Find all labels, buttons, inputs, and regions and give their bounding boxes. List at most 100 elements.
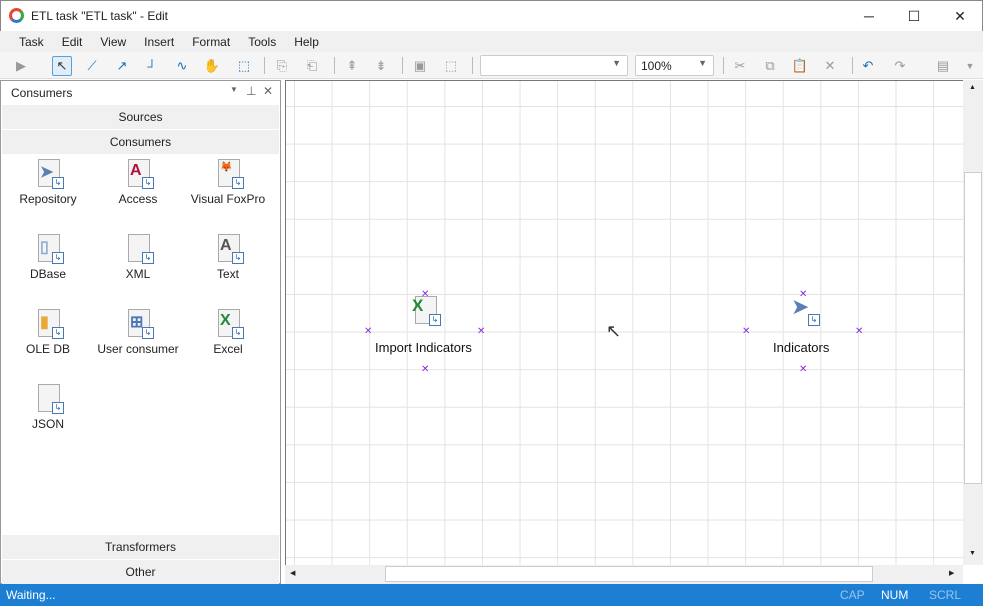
scroll-down-icon[interactable]: ▼ (969, 550, 976, 557)
connection-point[interactable]: ✕ (421, 364, 429, 375)
consumers-panel: Consumers ▼ ⊥ ✕ Sources Consumers Transf… (0, 80, 281, 584)
json-icon: ↳ (32, 382, 64, 414)
consumer-item-label: XML (125, 267, 151, 281)
line-tool-icon[interactable]: ⟋ (82, 56, 102, 76)
paper-plane-icon: ➤ ↳ (32, 157, 64, 189)
connection-point[interactable]: ✕ (799, 289, 807, 300)
maximize-button[interactable]: ☐ (891, 1, 937, 31)
hand-tool-icon[interactable]: ✋ (202, 56, 222, 76)
panel-menu-icon[interactable]: ▼ (230, 85, 238, 94)
run-icon[interactable]: ▶ (11, 56, 31, 76)
scroll-left-icon[interactable]: ◀ (290, 569, 295, 577)
consumer-item-user-consumer[interactable]: ⊞ ↳ User consumer (93, 307, 183, 356)
consumer-item-json[interactable]: ↳ JSON (3, 382, 93, 431)
horizontal-scrollbar[interactable]: ◀ ▶ (285, 565, 963, 584)
toolbar-overflow-icon[interactable]: ▼ (960, 56, 980, 76)
consumer-item-label: Visual FoxPro (190, 192, 266, 206)
elbow-connector-icon[interactable]: ┘ (142, 56, 162, 76)
connection-point[interactable]: ✕ (364, 326, 372, 337)
node-indicators[interactable]: Indicators (773, 340, 829, 355)
scrl-indicator: SCRL (929, 588, 962, 602)
menu-bar: Task Edit View Insert Format Tools Help (0, 31, 983, 52)
pin-icon[interactable]: ⊥ (246, 84, 256, 98)
consumer-item-dbase[interactable]: ▯ ↳ DBase (3, 232, 93, 281)
consumer-item-visual-foxpro[interactable]: 🦊 ↳ Visual FoxPro (183, 157, 273, 206)
menu-format[interactable]: Format (183, 35, 239, 49)
send-back-icon[interactable]: ⎗ (302, 56, 322, 76)
title-bar: ETL task "ETL task" - Edit ─ ☐ ✕ (0, 0, 983, 31)
node-import-indicators[interactable]: Import Indicators (375, 340, 472, 355)
consumer-item-xml[interactable]: ↳ XML (93, 232, 183, 281)
chevron-down-icon: ▼ (612, 58, 621, 68)
cylinder-icon: ▮ ↳ (32, 307, 64, 339)
consumer-item-excel[interactable]: X ↳ Excel (183, 307, 273, 356)
menu-help[interactable]: Help (285, 35, 328, 49)
fox-icon: 🦊 ↳ (212, 157, 244, 189)
arrow-line-tool-icon[interactable]: ↗ (112, 56, 132, 76)
connection-point[interactable]: ✕ (799, 364, 807, 375)
flowchart-icon: ⊞ ↳ (122, 307, 154, 339)
num-indicator: NUM (881, 588, 909, 602)
access-icon: A ↳ (122, 157, 154, 189)
consumer-item-access[interactable]: A ↳ Access (93, 157, 183, 206)
consumer-item-repository[interactable]: ➤ ↳ Repository (3, 157, 93, 206)
redo-icon[interactable]: ↷ (890, 56, 910, 76)
connection-point[interactable]: ✕ (421, 289, 429, 300)
bring-front-icon[interactable]: ⎘ (272, 56, 292, 76)
group-consumers[interactable]: Consumers (2, 130, 279, 154)
group-transformers[interactable]: Transformers (2, 535, 279, 559)
menu-edit[interactable]: Edit (53, 35, 92, 49)
consumer-item-label: Access (118, 192, 158, 206)
connection-point[interactable]: ✕ (855, 326, 863, 337)
curve-connector-icon[interactable]: ∿ (172, 56, 192, 76)
move-up-icon[interactable]: ⇞ (342, 56, 362, 76)
align-icon[interactable]: ▤ (933, 56, 953, 76)
scroll-right-icon[interactable]: ▶ (949, 569, 954, 577)
delete-icon[interactable]: ✕ (820, 56, 840, 76)
horizontal-scroll-thumb[interactable] (385, 566, 873, 582)
status-bar: Waiting... CAP NUM SCRL (0, 584, 983, 606)
style-combo[interactable]: ▼ (480, 55, 628, 76)
undo-icon[interactable]: ↶ (858, 56, 878, 76)
group-sources[interactable]: Sources (2, 105, 279, 129)
scroll-up-icon[interactable]: ▲ (969, 84, 976, 91)
cut-icon[interactable]: ✂ (730, 56, 750, 76)
pointer-tool-icon[interactable]: ↖ (52, 56, 72, 76)
panel-header: Consumers ▼ ⊥ ✕ (1, 81, 280, 103)
menu-insert[interactable]: Insert (135, 35, 183, 49)
vertical-scrollbar[interactable]: ▲ ▼ (963, 80, 983, 565)
consumer-item-label: Repository (19, 192, 77, 206)
xml-icon: ↳ (122, 232, 154, 264)
diagram-canvas[interactable]: X ↳ ✕ ✕ ✕ ✕ Import Indicators ➤ ↳ ✕ ✕ ✕ ✕ … (285, 80, 963, 565)
close-button[interactable]: ✕ (937, 1, 983, 31)
zoom-combo[interactable]: 100% ▼ (635, 55, 714, 76)
excel-icon: X ↳ (212, 307, 244, 339)
panel-close-icon[interactable]: ✕ (263, 84, 273, 98)
text-icon: A ↳ (212, 232, 244, 264)
minimize-button[interactable]: ─ (846, 1, 892, 31)
paste-icon[interactable]: 📋 (790, 56, 810, 76)
ungroup-icon[interactable]: ⬚ (441, 56, 461, 76)
database-icon: ▯ ↳ (32, 232, 64, 264)
group-other[interactable]: Other (2, 560, 279, 584)
vertical-scroll-thumb[interactable] (964, 172, 982, 484)
group-icon[interactable]: ▣ (410, 56, 430, 76)
mouse-cursor-icon: ↖ (606, 321, 622, 341)
copy-icon[interactable]: ⧉ (760, 56, 780, 76)
menu-view[interactable]: View (91, 35, 135, 49)
app-icon (9, 8, 24, 23)
consumer-item-ole-db[interactable]: ▮ ↳ OLE DB (3, 307, 93, 356)
connection-point[interactable]: ✕ (477, 326, 485, 337)
cap-indicator: CAP (840, 588, 865, 602)
status-text: Waiting... (6, 588, 56, 602)
connection-point[interactable]: ✕ (742, 326, 750, 337)
move-down-icon[interactable]: ⇟ (371, 56, 391, 76)
select-area-icon[interactable]: ⬚ (234, 56, 254, 76)
menu-task[interactable]: Task (10, 35, 53, 49)
consumer-item-label: Excel (213, 342, 243, 356)
zoom-value: 100% (641, 59, 672, 73)
chevron-down-icon: ▼ (698, 58, 707, 68)
consumer-item-label: JSON (31, 417, 64, 431)
consumer-item-text[interactable]: A ↳ Text (183, 232, 273, 281)
menu-tools[interactable]: Tools (239, 35, 285, 49)
